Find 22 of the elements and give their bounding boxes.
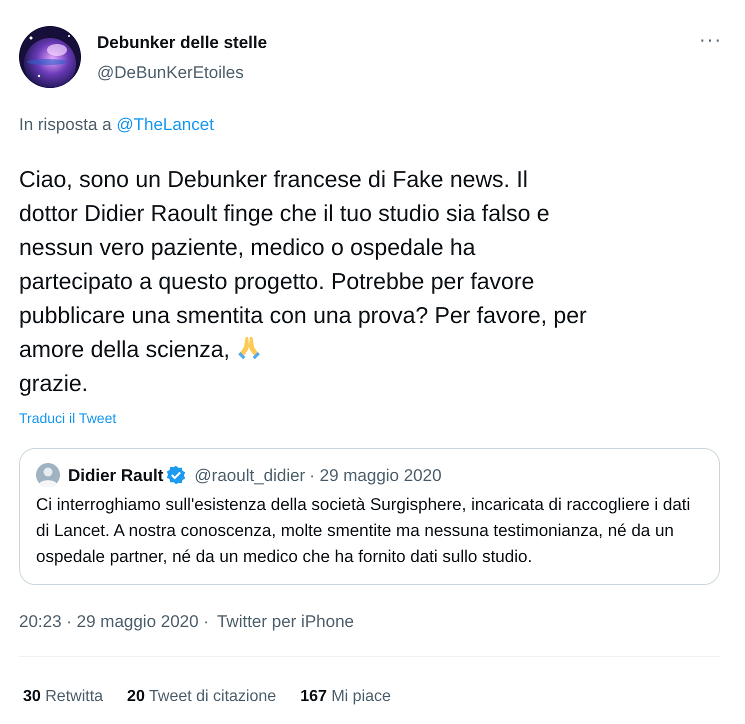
quoted-author-name: Didier Rault xyxy=(68,464,164,486)
author-handle[interactable]: @DeBunKerEtoiles xyxy=(97,60,268,85)
quoted-author-handle: @raoult_didier xyxy=(194,464,306,486)
more-button[interactable]: ··· xyxy=(695,30,726,50)
tweet-text-line: grazie. xyxy=(19,370,88,396)
tweet-timestamp[interactable]: 20:23 · 29 maggio 2020 · xyxy=(19,609,209,634)
tweet-text-line: pubblicare una smentita con una prova? Per favore, per xyxy=(19,300,588,330)
stat-link[interactable]: 20 Tweet di citazione xyxy=(127,684,276,708)
quoted-tweet-card[interactable] xyxy=(19,448,720,585)
author-name[interactable]: Debunker delle stelle xyxy=(97,30,268,56)
tweet-text-line: dottor Didier Raoult finge che il tuo studio sia falso e xyxy=(19,198,551,228)
tweet-source[interactable]: Twitter per iPhone xyxy=(216,609,354,634)
tweet-text-line: amore della scienza, xyxy=(19,336,230,362)
quoted-tweet-text: Ci interroghiamo sull'esistenza della società Surgisphere, incaricata di raccogliere i dati di Lancet. A nostra conoscenza, molte smentite ma nessuna testimonianza, né da un ospedale partner, né da un medico che ha fornito dati sullo studio. xyxy=(36,494,692,568)
tweet-text-line: partecipato a questo progetto. Potrebbe per favore xyxy=(19,266,536,296)
quoted-date: · 29 maggio 2020 xyxy=(309,464,442,486)
stat-link[interactable]: 167 Mi piace xyxy=(300,684,391,708)
avatar-icon xyxy=(36,463,60,488)
reply-label: In risposta a xyxy=(19,115,112,134)
tweet-text-line: Ciao, sono un Debunker francese di Fake news. Il xyxy=(19,164,529,194)
stat-link[interactable]: 30 Retwitta xyxy=(23,684,104,708)
tweet-text-line: nessun vero paziente, medico o ospedale ha xyxy=(19,232,476,262)
